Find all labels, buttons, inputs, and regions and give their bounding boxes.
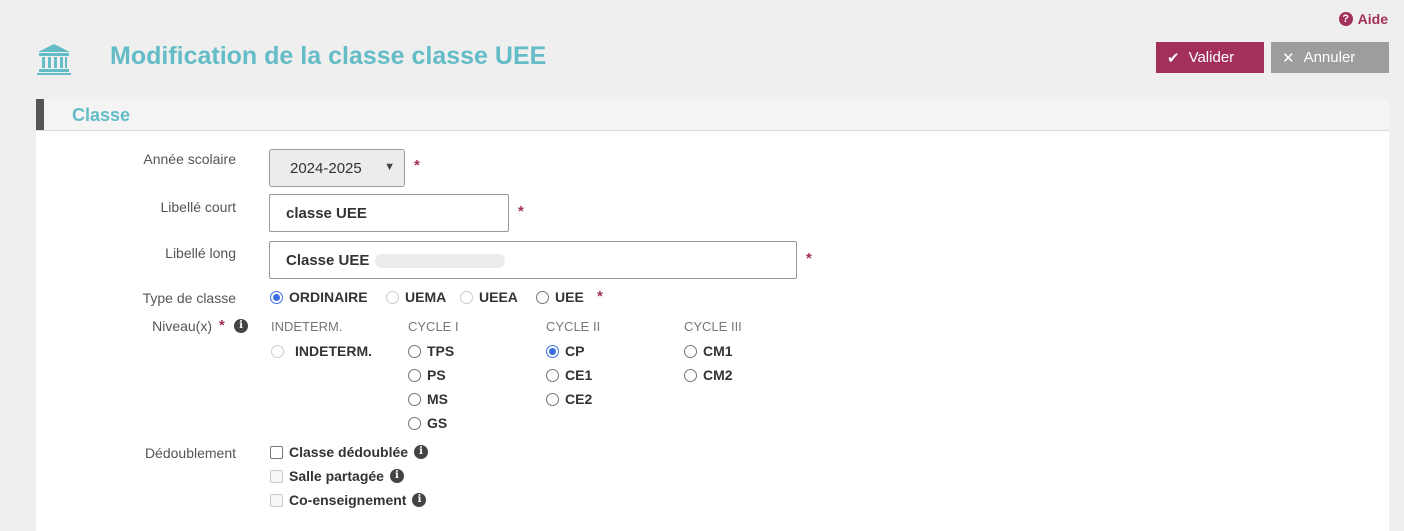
level-option-label: CP	[565, 343, 585, 359]
short-label-input[interactable]: classe UEE	[269, 194, 509, 232]
split-class-checkbox[interactable]: Classe dédoublée i	[270, 444, 429, 460]
radio-unchecked-icon	[408, 344, 421, 358]
level-option-label: INDETERM.	[295, 343, 372, 359]
radio-unchecked-icon	[408, 416, 421, 430]
info-icon[interactable]: i	[412, 493, 427, 507]
level-indeterm-radio: INDETERM.	[271, 343, 372, 359]
page-title: Modification de la classe classe UEE	[110, 42, 547, 70]
level-column-header: CYCLE I	[408, 319, 459, 334]
required-mark: *	[806, 250, 812, 267]
class-type-option-label: UEEA	[479, 289, 518, 305]
checkbox-disabled-icon	[270, 469, 283, 483]
level-ce1-radio[interactable]: CE1	[546, 367, 592, 383]
close-icon: ✕	[1282, 49, 1295, 67]
section-title: Classe	[72, 105, 131, 125]
level-cm1-radio[interactable]: CM1	[684, 343, 733, 359]
level-option-label: TPS	[427, 343, 455, 359]
cancel-label: Annuler	[1303, 49, 1356, 66]
required-mark: *	[414, 157, 420, 174]
radio-unchecked-icon	[684, 368, 697, 382]
levels-label: Niveau(x)	[152, 318, 212, 334]
cancel-button[interactable]: ✕ Annuler	[1271, 42, 1389, 73]
level-option-label: GS	[427, 415, 448, 431]
school-year-select[interactable]: 2024-2025 ▼	[269, 149, 405, 187]
info-icon[interactable]: i	[389, 469, 404, 483]
shared-room-checkbox: Salle partagée i	[270, 468, 404, 484]
radio-disabled-icon	[460, 290, 473, 304]
class-type-uee-radio[interactable]: UEE	[536, 289, 584, 305]
class-type-ordinaire-radio[interactable]: ORDINAIRE	[270, 289, 368, 305]
split-label: Dédoublement	[144, 445, 236, 461]
checkbox-unchecked-icon	[270, 445, 283, 459]
question-icon: ?	[1338, 12, 1353, 26]
radio-checked-icon	[270, 290, 283, 304]
section-accent-bar	[36, 99, 44, 130]
level-option-label: CE2	[565, 391, 593, 407]
required-mark: *	[597, 288, 603, 305]
long-label-label: Libellé long	[165, 245, 236, 261]
level-option-label: MS	[427, 391, 448, 407]
level-ps-radio[interactable]: PS	[408, 367, 446, 383]
check-icon: ✔	[1167, 49, 1180, 67]
level-option-label: CM1	[703, 343, 733, 359]
long-label-input[interactable]: Classe UEE	[269, 241, 797, 279]
radio-disabled-icon	[386, 290, 399, 304]
short-label-label: Libellé court	[160, 199, 237, 215]
split-option-label: Classe dédoublée	[289, 444, 409, 460]
school-year-value: 2024-2025	[290, 160, 362, 177]
help-link[interactable]: ? Aide	[1338, 11, 1388, 27]
class-type-label: Type de classe	[142, 290, 236, 306]
chevron-down-icon: ▼	[384, 161, 395, 173]
class-type-option-label: UEE	[555, 289, 584, 305]
required-mark: *	[219, 317, 225, 334]
level-option-label: CE1	[565, 367, 593, 383]
class-type-ueea-radio: UEEA	[460, 289, 518, 305]
school-year-label: Année scolaire	[143, 151, 236, 167]
radio-unchecked-icon	[408, 392, 421, 406]
validate-label: Valider	[1188, 49, 1235, 66]
level-cm2-radio[interactable]: CM2	[684, 367, 733, 383]
level-column-header: CYCLE II	[546, 319, 601, 334]
checkbox-disabled-icon	[270, 493, 283, 507]
radio-unchecked-icon	[546, 368, 559, 382]
level-tps-radio[interactable]: TPS	[408, 343, 454, 359]
radio-unchecked-icon	[408, 368, 421, 382]
help-label: Aide	[1357, 11, 1388, 27]
section-header: Classe	[36, 99, 1389, 131]
redacted-text	[375, 254, 506, 269]
class-form-panel: Classe Année scolaire 2024-2025 ▼ * Libe…	[36, 99, 1389, 531]
radio-disabled-icon	[271, 344, 284, 358]
short-label-value: classe UEE	[286, 205, 367, 222]
info-icon[interactable]: i	[234, 319, 248, 333]
split-option-label: Co-enseignement	[289, 492, 407, 508]
level-cp-radio[interactable]: CP	[546, 343, 584, 359]
split-option-label: Salle partagée	[289, 468, 384, 484]
radio-unchecked-icon	[536, 290, 549, 304]
level-ce2-radio[interactable]: CE2	[546, 391, 592, 407]
info-icon[interactable]: i	[414, 445, 429, 459]
bank-icon	[37, 44, 71, 75]
required-mark: *	[518, 203, 524, 220]
radio-checked-icon	[546, 344, 559, 358]
class-type-uema-radio: UEMA	[386, 289, 446, 305]
class-type-option-label: ORDINAIRE	[289, 289, 368, 305]
level-column-header: CYCLE III	[684, 319, 742, 334]
level-ms-radio[interactable]: MS	[408, 391, 448, 407]
radio-unchecked-icon	[684, 344, 697, 358]
validate-button[interactable]: ✔ Valider	[1156, 42, 1264, 73]
long-label-value: Classe UEE	[286, 252, 370, 269]
level-option-label: CM2	[703, 367, 733, 383]
level-column-header: INDETERM.	[271, 319, 343, 334]
class-type-option-label: UEMA	[405, 289, 447, 305]
level-gs-radio[interactable]: GS	[408, 415, 447, 431]
co-teaching-checkbox: Co-enseignement i	[270, 492, 427, 508]
level-option-label: PS	[427, 367, 446, 383]
radio-unchecked-icon	[546, 392, 559, 406]
